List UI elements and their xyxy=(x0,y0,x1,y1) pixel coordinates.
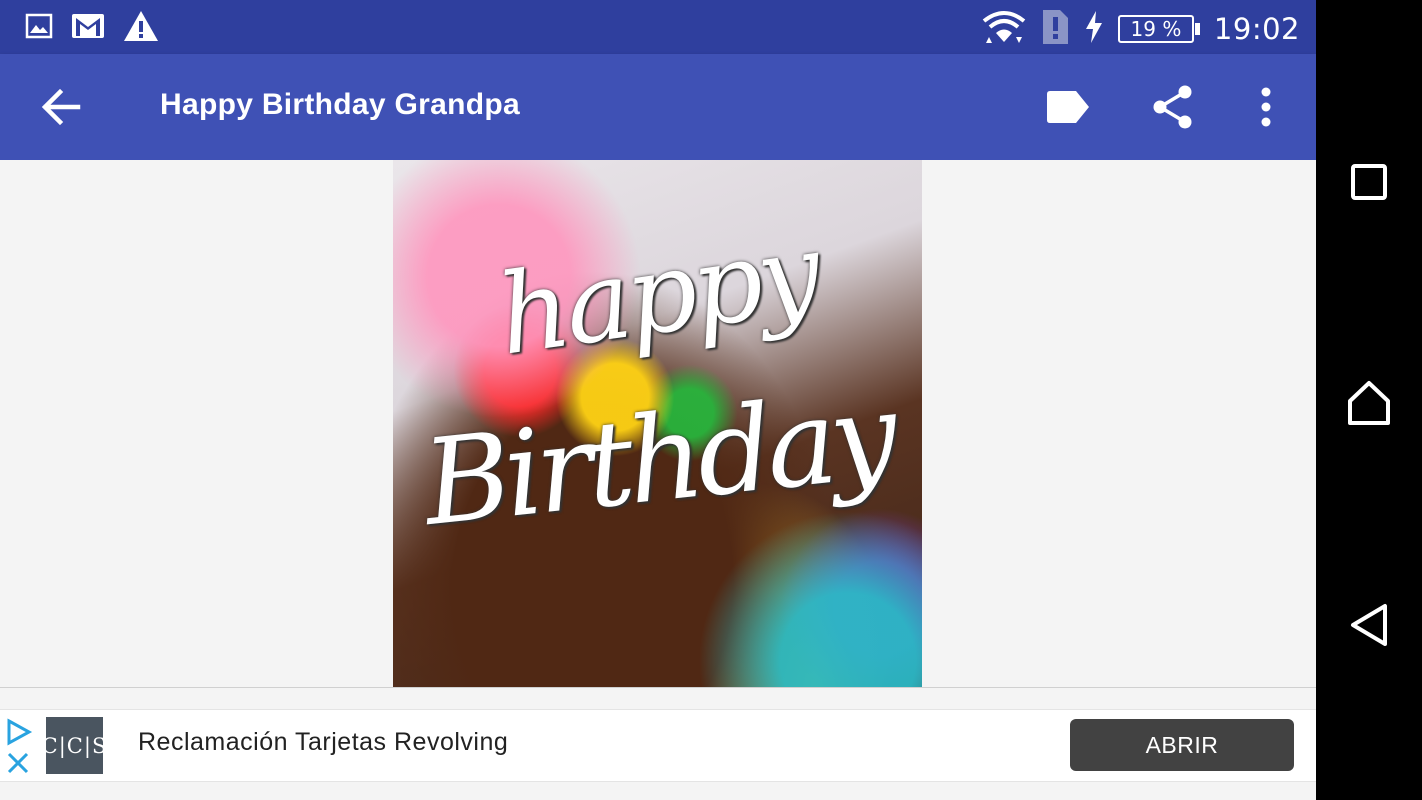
page-title: Happy Birthday Grandpa xyxy=(160,88,520,121)
share-icon xyxy=(1153,85,1192,129)
card-text-birthday: Birthday xyxy=(417,365,898,553)
label-button[interactable] xyxy=(1043,82,1091,132)
label-icon xyxy=(1047,91,1089,123)
navigation-bar xyxy=(1316,0,1422,800)
wifi-icon xyxy=(982,9,1026,49)
status-system: 19 % 19:02 xyxy=(982,8,1300,50)
more-options-button[interactable] xyxy=(1242,82,1290,132)
status-notifications xyxy=(25,10,159,46)
ad-choices[interactable] xyxy=(5,716,33,776)
system-back-button[interactable] xyxy=(1344,600,1394,650)
home-icon xyxy=(1348,381,1390,425)
gmail-icon xyxy=(71,12,105,44)
ad-logo: C|C|S xyxy=(42,717,106,774)
charging-icon xyxy=(1084,11,1104,47)
sim-alert-icon xyxy=(1040,8,1070,50)
card-text-happy: happy xyxy=(490,208,825,380)
back-icon xyxy=(1351,604,1387,646)
battery-icon: 19 % xyxy=(1117,14,1200,44)
warning-icon xyxy=(123,10,159,46)
more-vert-icon xyxy=(1261,87,1271,127)
status-time: 19:02 xyxy=(1213,12,1300,46)
recents-button[interactable] xyxy=(1344,157,1394,207)
content-area: happy Birthday xyxy=(0,160,1316,687)
back-button[interactable] xyxy=(38,84,84,130)
status-bar: 19 % 19:02 xyxy=(0,0,1316,54)
ad-text[interactable]: Reclamación Tarjetas Revolving xyxy=(138,728,508,757)
home-button[interactable] xyxy=(1344,378,1394,428)
ad-banner[interactable]: C|C|S Reclamación Tarjetas Revolving ABR… xyxy=(0,709,1316,782)
app-bar: Happy Birthday Grandpa xyxy=(0,54,1316,160)
share-button[interactable] xyxy=(1149,82,1197,132)
close-icon xyxy=(7,752,29,774)
battery-percent: 19 % xyxy=(1117,15,1194,43)
ad-open-button[interactable]: ABRIR xyxy=(1070,719,1294,771)
recents-icon xyxy=(1351,164,1387,200)
adchoices-icon xyxy=(7,718,33,746)
image-icon xyxy=(25,12,53,44)
divider xyxy=(0,687,1316,688)
arrow-back-icon xyxy=(41,88,81,126)
birthday-card-image[interactable]: happy Birthday xyxy=(393,160,922,687)
